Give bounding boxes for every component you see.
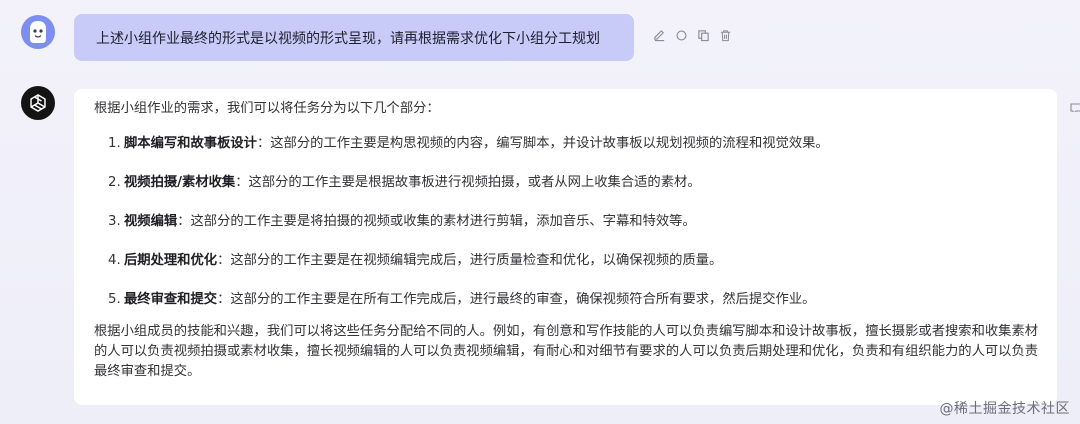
list-item-title: 脚本编写和故事板设计 <box>124 136 257 151</box>
comment-icon[interactable] <box>1070 100 1080 112</box>
message-actions <box>652 28 732 42</box>
user-message-bubble: 上述小组作业最终的形式是以视频的形式呈现，请再根据需求优化下小组分工规划 <box>74 14 634 61</box>
list-item: 4. 后期处理和优化 ：这部分的工作主要是在视频编辑完成后，进行质量检查和优化，… <box>108 251 1037 271</box>
user-message-text: 上述小组作业最终的形式是以视频的形式呈现，请再根据需求优化下小组分工规划 <box>96 30 600 47</box>
list-item-desc: ：这部分的工作主要是构思视频的内容，编写脚本，并设计故事板以规划视频的流程和视觉… <box>256 136 829 151</box>
user-avatar <box>21 15 55 49</box>
copy-icon[interactable] <box>696 28 710 42</box>
list-item-title: 最终审查和提交 <box>124 292 218 307</box>
assistant-outro: 根据小组成员的技能和兴趣，我们可以将这些任务分配给不同的人。例如，有创意和写作技… <box>94 324 1039 379</box>
list-item-title: 视频拍摄/素材收集 <box>124 175 236 190</box>
list-item-title: 视频编辑 <box>124 214 178 229</box>
openai-logo-icon <box>30 94 46 112</box>
list-item-title: 后期处理和优化 <box>124 253 218 268</box>
list-item-desc: ：这部分的工作主要是将拍摄的视频或收集的素材进行剪辑，添加音乐、字幕和特效等。 <box>177 214 696 229</box>
edit-icon[interactable] <box>652 28 666 42</box>
watermark: @稀土掘金技术社区 <box>939 401 1070 417</box>
list-item: 2. 视频拍摄/素材收集 ：这部分的工作主要是根据故事板进行视频拍摄，或者从网上… <box>108 173 1037 193</box>
assistant-message-card: 根据小组作业的需求，我们可以将任务分为以下几个部分： 1. 脚本编写和故事板设计… <box>74 89 1057 405</box>
list-item-number: 1. <box>108 136 121 151</box>
assistant-avatar <box>21 86 55 120</box>
list-item-number: 5. <box>108 292 121 307</box>
refresh-icon[interactable] <box>674 28 688 42</box>
list-item-desc: ：这部分的工作主要是在视频编辑完成后，进行质量检查和优化，以确保视频的质量。 <box>217 253 723 268</box>
list-item-desc: ：这部分的工作主要是根据故事板进行视频拍摄，或者从网上收集合适的素材。 <box>235 175 701 190</box>
list-item-desc: ：这部分的工作主要是在所有工作完成后，进行最终的审查，确保视频符合所有要求，然后… <box>217 292 816 307</box>
list-item: 3. 视频编辑 ：这部分的工作主要是将拍摄的视频或收集的素材进行剪辑，添加音乐、… <box>108 212 1037 232</box>
list-item-number: 4. <box>108 253 121 268</box>
list-item-number: 3. <box>108 214 121 229</box>
smiley-face-icon <box>30 21 46 43</box>
list-item: 5. 最终审查和提交 ：这部分的工作主要是在所有工作完成后，进行最终的审查，确保… <box>108 290 1037 310</box>
assistant-intro: 根据小组作业的需求，我们可以将任务分为以下几个部分： <box>94 101 440 116</box>
list-item-number: 2. <box>108 175 121 190</box>
delete-icon[interactable] <box>718 28 732 42</box>
list-item: 1. 脚本编写和故事板设计 ：这部分的工作主要是构思视频的内容，编写脚本，并设计… <box>108 134 1037 154</box>
task-list: 1. 脚本编写和故事板设计 ：这部分的工作主要是构思视频的内容，编写脚本，并设计… <box>94 134 1037 310</box>
